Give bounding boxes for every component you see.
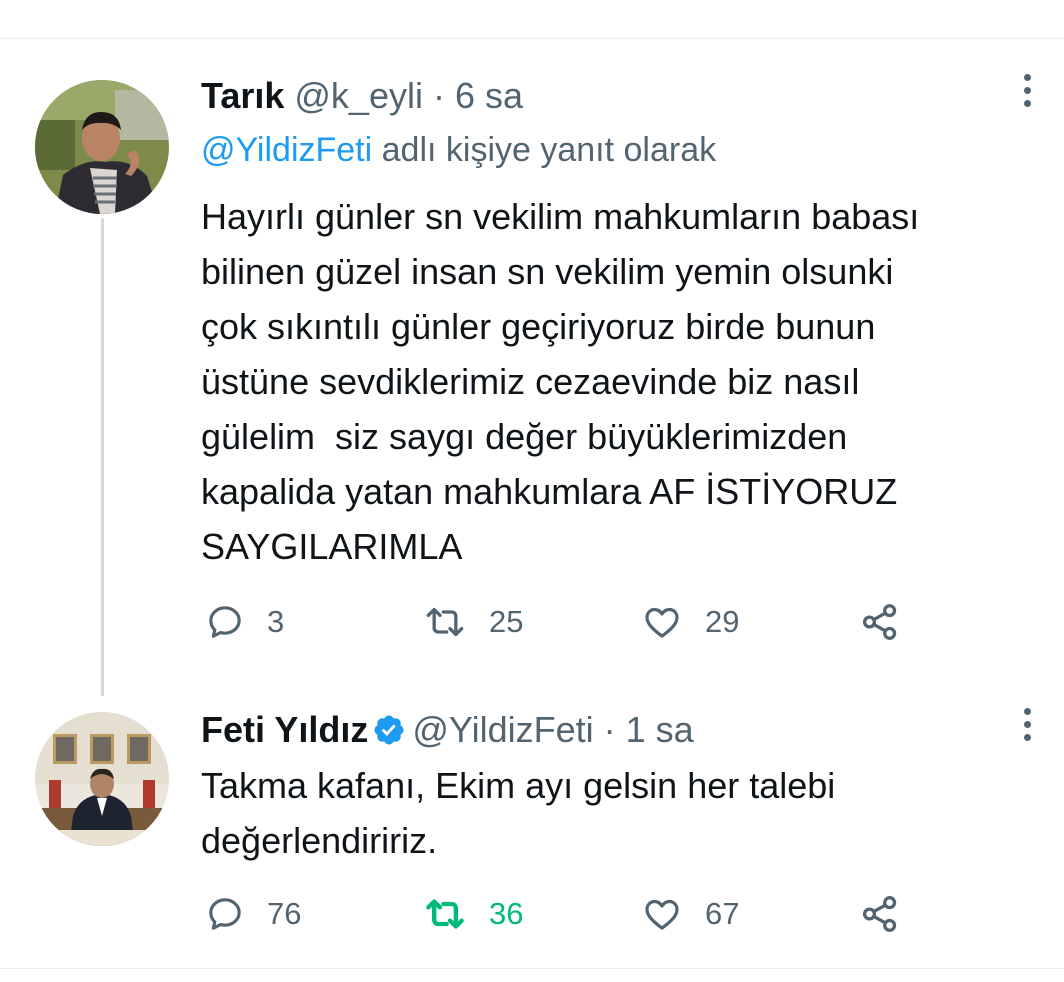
tweet-time[interactable]: 1 sa	[626, 709, 694, 750]
retweet-count: 25	[489, 604, 524, 639]
reply-button[interactable]: 3	[205, 600, 284, 644]
retweet-button[interactable]: 25	[423, 600, 523, 644]
like-button[interactable]: 67	[641, 892, 739, 936]
reply-icon	[209, 898, 241, 930]
tweet-1-header: Tarık @k_eyli · 6 sa	[201, 74, 523, 118]
bottom-divider	[0, 968, 1064, 969]
separator-dot: ·	[603, 709, 616, 750]
like-button[interactable]: 29	[641, 600, 739, 644]
avatar-feti-yildiz[interactable]	[35, 712, 169, 846]
share-icon	[862, 604, 897, 640]
retweet-button[interactable]: 36	[423, 892, 523, 936]
reply-count: 3	[267, 604, 285, 639]
tweet-2-header: Feti Yıldız @YildizFeti · 1 sa	[201, 708, 694, 752]
reply-context: @YildizFeti adlı kişiye yanıt olarak	[201, 128, 716, 172]
share-icon	[862, 896, 897, 932]
author-name[interactable]: Tarık	[201, 75, 284, 116]
like-icon	[645, 607, 679, 638]
separator-dot: ·	[433, 75, 445, 116]
reply-button[interactable]: 76	[205, 892, 301, 936]
thread-connector-line	[101, 218, 104, 696]
tweet-1-actions: 3 25 29	[205, 600, 905, 644]
share-button[interactable]	[859, 600, 901, 644]
reply-context-label: adlı kişiye yanıt olarak	[372, 131, 717, 169]
reply-count: 76	[267, 896, 302, 931]
retweet-icon	[426, 899, 464, 929]
more-icon[interactable]	[1022, 708, 1032, 746]
tweet-time[interactable]: 6 sa	[455, 75, 523, 116]
like-count: 29	[705, 604, 740, 639]
like-count: 67	[705, 896, 740, 931]
author-handle[interactable]: @YildizFeti	[412, 709, 593, 750]
share-button[interactable]	[859, 892, 901, 936]
like-icon	[645, 899, 679, 930]
tweet-text: Takma kafanı, Ekim ayı gelsin her talebi…	[201, 765, 836, 861]
tweet-text: Hayırlı günler sn vekilim mahkumların ba…	[201, 196, 920, 567]
reply-mention-link[interactable]: @YildizFeti	[201, 131, 372, 169]
more-icon[interactable]	[1022, 74, 1032, 112]
author-name[interactable]: Feti Yıldız	[201, 709, 368, 750]
retweet-count: 36	[489, 896, 524, 931]
reply-icon	[209, 606, 241, 638]
tweet-2-actions: 76 36 67	[205, 892, 905, 936]
author-handle[interactable]: @k_eyli	[294, 75, 423, 116]
retweet-icon	[426, 607, 464, 637]
avatar-tarik[interactable]	[35, 80, 169, 214]
verified-badge-icon	[374, 715, 404, 745]
top-divider	[0, 38, 1064, 39]
